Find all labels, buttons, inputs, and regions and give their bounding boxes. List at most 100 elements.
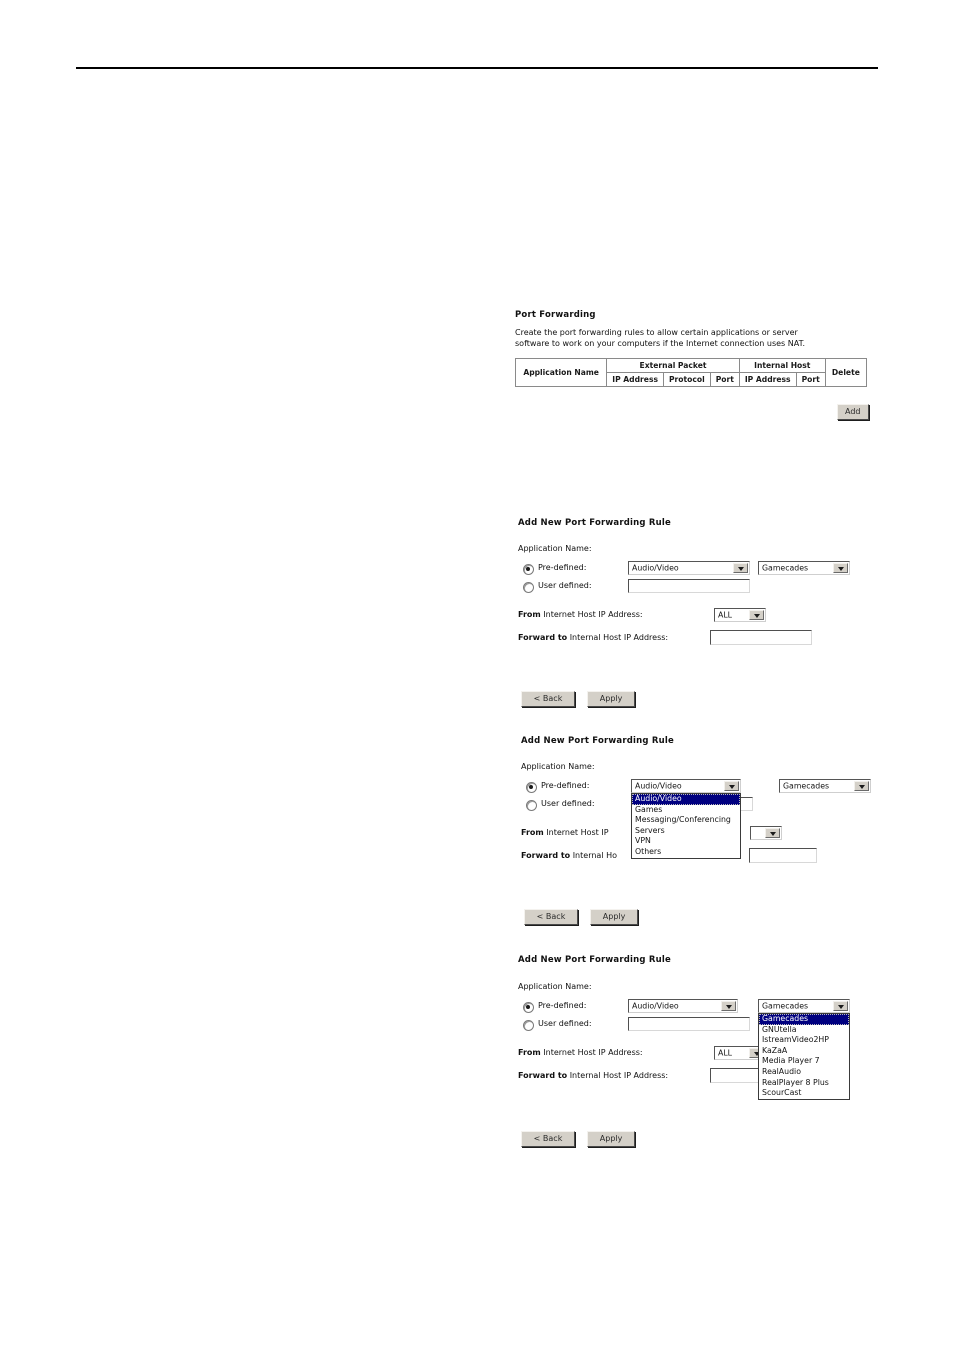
apply-button-2[interactable]: Apply	[590, 909, 639, 925]
category-option-4[interactable]: VPN	[632, 836, 740, 847]
application-option-2[interactable]: IstreamVideo2HP	[759, 1035, 849, 1046]
from-internet-host-label-3-rest: Internet Host IP Address:	[540, 1048, 643, 1057]
predefined-label-1: Pre-defined:	[538, 563, 587, 572]
forward-to-internal-host-label-1-bold: Forward to	[518, 633, 568, 642]
category-combo-2-value: Audio/Video	[635, 781, 682, 791]
application-option-3[interactable]: KaZaA	[759, 1046, 849, 1057]
category-option-1[interactable]: Games	[632, 805, 740, 816]
forward-to-internal-host-label-3-rest: Internal Host IP Address:	[567, 1071, 669, 1080]
header-application-name: Application Name	[514, 358, 608, 387]
category-option-3[interactable]: Servers	[632, 826, 740, 837]
figure-add-rule-category-open: Add New Port Forwarding Rule Application…	[521, 736, 881, 926]
predefined-radio-3[interactable]	[523, 1002, 534, 1013]
port-forwarding-description: Create the port forwarding rules to allo…	[515, 328, 875, 349]
user-defined-input-1[interactable]	[628, 579, 750, 593]
apply-button-3[interactable]: Apply	[587, 1131, 636, 1147]
header-external-packet: External Packet	[606, 358, 740, 373]
port-forwarding-description-line-2: software to work on your computers if th…	[515, 338, 806, 348]
back-button-1[interactable]: < Back	[521, 691, 575, 707]
chevron-down-icon[interactable]	[749, 610, 764, 620]
from-internet-host-label-2-rest: Internet Host IP	[543, 828, 609, 837]
back-button-3[interactable]: < Back	[521, 1131, 575, 1147]
application-name-label-3: Application Name:	[518, 982, 592, 991]
application-combo-1-value: Gamecades	[762, 563, 809, 573]
user-defined-radio-2[interactable]	[526, 800, 537, 811]
port-forwarding-table: Application Name External Packet Interna…	[514, 358, 868, 387]
application-option-5[interactable]: RealAudio	[759, 1067, 849, 1078]
from-internet-host-label-3: From Internet Host IP Address:	[518, 1048, 643, 1057]
category-option-0[interactable]: Audio/Video	[632, 794, 740, 805]
figure-add-rule-application-open: Add New Port Forwarding Rule Application…	[518, 955, 878, 1150]
application-combo-3-value: Gamecades	[762, 1001, 809, 1011]
subheader-external-protocol: Protocol	[662, 372, 711, 387]
subheader-external-ip-address: IP Address	[606, 372, 664, 387]
predefined-label-2: Pre-defined:	[541, 781, 590, 790]
category-combo-1[interactable]: Audio/Video	[628, 561, 750, 575]
from-internet-host-label-3-bold: From	[518, 1048, 541, 1057]
forward-to-internal-host-input-1[interactable]	[710, 630, 812, 645]
forward-to-internal-host-label-1-rest: Internal Host IP Address:	[567, 633, 669, 642]
application-combo-2[interactable]: Gamecades	[779, 779, 871, 793]
from-internet-host-combo-2[interactable]	[750, 826, 782, 840]
header-internal-host: Internal Host	[738, 358, 826, 373]
application-combo-1[interactable]: Gamecades	[758, 561, 850, 575]
chevron-down-icon[interactable]	[833, 563, 848, 573]
back-button-2[interactable]: < Back	[524, 909, 578, 925]
figure-add-rule-closed: Add New Port Forwarding Rule Application…	[518, 518, 878, 708]
forward-to-internal-host-label-2: Forward to Internal Ho	[521, 851, 617, 860]
predefined-radio-1[interactable]	[523, 564, 534, 575]
application-option-1[interactable]: GNUtella	[759, 1025, 849, 1036]
apply-button-1[interactable]: Apply	[587, 691, 636, 707]
forward-to-internal-host-input-2[interactable]	[749, 848, 817, 863]
forward-to-internal-host-label-1: Forward to Internal Host IP Address:	[518, 633, 668, 642]
forward-to-internal-host-label-3: Forward to Internal Host IP Address:	[518, 1071, 668, 1080]
chevron-down-icon[interactable]	[833, 1001, 848, 1011]
category-combo-3-value: Audio/Video	[632, 1001, 679, 1011]
chevron-down-icon[interactable]	[721, 1001, 736, 1011]
header-delete: Delete	[824, 358, 868, 387]
category-combo-2[interactable]: Audio/Video	[631, 779, 741, 793]
forward-to-internal-host-label-2-rest: Internal Ho	[570, 851, 617, 860]
subheader-internal-ip-address: IP Address	[738, 372, 797, 387]
add-rule-heading-2: Add New Port Forwarding Rule	[521, 736, 674, 746]
port-forwarding-description-line-1: Create the port forwarding rules to allo…	[515, 328, 798, 337]
add-rule-heading-3: Add New Port Forwarding Rule	[518, 955, 671, 965]
application-name-label-2: Application Name:	[521, 762, 595, 771]
category-option-2[interactable]: Messaging/Conferencing	[632, 815, 740, 826]
application-combo-3[interactable]: Gamecades	[758, 999, 850, 1013]
subheader-external-port: Port	[709, 372, 740, 387]
user-defined-radio-1[interactable]	[523, 582, 534, 593]
add-rule-button[interactable]: Add	[837, 404, 869, 420]
chevron-down-icon[interactable]	[765, 828, 780, 838]
predefined-label-3: Pre-defined:	[538, 1001, 587, 1010]
predefined-radio-2[interactable]	[526, 782, 537, 793]
page-header-rule	[76, 67, 878, 69]
user-defined-radio-3[interactable]	[523, 1020, 534, 1031]
from-internet-host-combo-1-value: ALL	[718, 610, 733, 620]
from-internet-host-label-1: From Internet Host IP Address:	[518, 610, 643, 619]
user-defined-input-3[interactable]	[628, 1017, 750, 1031]
chevron-down-icon[interactable]	[724, 781, 739, 791]
figure-port-forwarding-list: Port Forwarding Create the port forwardi…	[514, 310, 875, 420]
application-dropdown-list[interactable]: Gamecades GNUtella IstreamVideo2HP KaZaA Med…	[758, 1013, 850, 1100]
application-option-4[interactable]: Media Player 7	[759, 1056, 849, 1067]
category-dropdown-list[interactable]: Audio/Video Games Messaging/Conferencing Se…	[631, 793, 741, 859]
from-internet-host-combo-3-value: ALL	[718, 1048, 733, 1058]
chevron-down-icon[interactable]	[854, 781, 869, 791]
from-internet-host-label-2: From Internet Host IP	[521, 828, 609, 837]
user-defined-label-2: User defined:	[541, 799, 595, 808]
category-option-5[interactable]: Others	[632, 847, 740, 858]
from-internet-host-combo-1[interactable]: ALL	[714, 608, 766, 622]
add-rule-heading-1: Add New Port Forwarding Rule	[518, 518, 671, 528]
application-option-6[interactable]: RealPlayer 8 Plus	[759, 1078, 849, 1089]
application-name-label-1: Application Name:	[518, 544, 592, 553]
port-forwarding-heading: Port Forwarding	[515, 310, 596, 320]
user-defined-label-3: User defined:	[538, 1019, 592, 1028]
from-internet-host-label-1-bold: From	[518, 610, 541, 619]
application-option-0[interactable]: Gamecades	[759, 1014, 849, 1025]
forward-to-internal-host-label-2-bold: Forward to	[521, 851, 571, 860]
category-combo-3[interactable]: Audio/Video	[628, 999, 738, 1013]
chevron-down-icon[interactable]	[733, 563, 748, 573]
application-option-7[interactable]: ScourCast	[759, 1088, 849, 1099]
table-header-row-group: Application Name External Packet Interna…	[514, 358, 868, 387]
